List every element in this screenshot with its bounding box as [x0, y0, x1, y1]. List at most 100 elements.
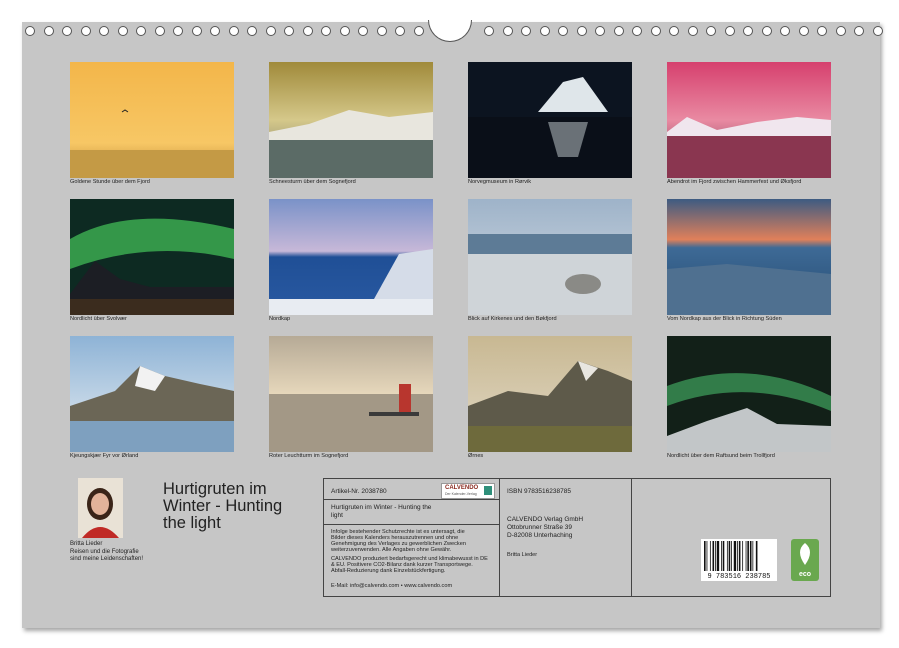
binding-hole — [595, 26, 605, 36]
logo-subtext: Der Kalender-Verlag — [445, 492, 477, 496]
photo-caption: Kjeungskjær Fyr vor Ørland — [70, 453, 240, 459]
photo-caption: Goldene Stunde über dem Fjord — [70, 179, 240, 185]
logo-mark-icon — [484, 486, 492, 495]
eco-badge: eco — [791, 539, 819, 581]
binding-hole — [210, 26, 220, 36]
binding-hole — [44, 26, 54, 36]
author-bio: Reisen und die Fotografie sind meine Lei… — [70, 549, 170, 563]
author-bio-line: sind meine Leidenschaften! — [70, 556, 170, 563]
info-title-line: Hurtigruten im Winter - Hunting the — [331, 504, 431, 511]
isbn: ISBN 9783516238785 — [507, 488, 571, 495]
photo-aurora-svolvaer — [70, 199, 234, 315]
photo-caption: Nordlicht über Svolvær — [70, 316, 240, 322]
title-line: the light — [163, 515, 313, 532]
article-number: Artikel-Nr. 2038780 — [331, 488, 387, 495]
calendar-title: Hurtigruten im Winter - Hunting the ligh… — [163, 481, 313, 532]
binding-hole — [377, 26, 387, 36]
info-column-left: Artikel-Nr. 2038780 CALVENDO Der Kalende… — [324, 479, 500, 596]
calvendo-logo: CALVENDO Der Kalender-Verlag — [441, 483, 495, 499]
binding-hole — [558, 26, 568, 36]
photo-caption: Blick auf Kirkenes und den Bøkfjord — [468, 316, 638, 322]
binding-hole — [688, 26, 698, 36]
photo-ornes — [468, 336, 632, 452]
photo-caption: Abendrot im Fjord zwischen Hammerfest un… — [667, 179, 837, 185]
binding-hole — [321, 26, 331, 36]
info-title-line: light — [331, 512, 343, 519]
photo-red-lighthouse — [269, 336, 433, 452]
binding-hole — [873, 26, 883, 36]
photo-caption: Nordlicht über dem Raftsund beim Trollfj… — [667, 453, 837, 459]
binding-hole — [99, 26, 109, 36]
legal-text: weiterzuverwenden. Alle Angaben ohne Gew… — [331, 547, 451, 553]
binding-hole — [247, 26, 257, 36]
photo-kjeungskjaer — [70, 336, 234, 452]
binding-hole — [192, 26, 202, 36]
publisher-line: CALVENDO Verlag GmbH — [507, 516, 583, 523]
binding-hole — [725, 26, 735, 36]
photo-caption: Schneesturm über dem Sognefjord — [269, 179, 439, 185]
barcode-digits: 9 783516 238785 — [701, 573, 777, 581]
binding-hole — [340, 26, 350, 36]
binding-hole — [118, 26, 128, 36]
binding-hole — [303, 26, 313, 36]
photo-evening-glow — [667, 62, 831, 178]
barcode: 9 783516 238785 — [701, 539, 777, 581]
binding-hole — [395, 26, 405, 36]
info-column-middle: ISBN 9783516238785 CALVENDO Verlag GmbH … — [501, 479, 632, 596]
publisher-author: Britta Lieder — [507, 552, 537, 558]
eco-text: Abfall-Reduzierung dank Einzelstückferti… — [331, 568, 445, 574]
divider — [324, 499, 499, 500]
publisher-info-box: Artikel-Nr. 2038780 CALVENDO Der Kalende… — [323, 478, 831, 597]
logo-text: CALVENDO — [445, 485, 478, 491]
photo-museum — [468, 62, 632, 178]
eco-label: eco — [791, 571, 819, 578]
binding-hole — [81, 26, 91, 36]
leaf-icon — [791, 539, 819, 569]
binding-hole — [632, 26, 642, 36]
binding-hole — [414, 26, 424, 36]
photo-caption: Vom Nordkap aus der Blick in Richtung Sü… — [667, 316, 837, 322]
title-line: Hurtigruten im — [163, 481, 313, 498]
binding-hole — [799, 26, 809, 36]
binding-hole — [62, 26, 72, 36]
binding-hole — [173, 26, 183, 36]
binding-hole — [229, 26, 239, 36]
binding-hole — [358, 26, 368, 36]
binding-hole — [25, 26, 35, 36]
publisher-line: Ottobrunner Straße 39 — [507, 524, 572, 531]
binding-hole — [614, 26, 624, 36]
photo-nordkap — [269, 199, 433, 315]
photo-caption: Ørnes — [468, 453, 638, 459]
publisher-line: D-82008 Unterhaching — [507, 532, 572, 539]
binding-hole — [669, 26, 679, 36]
binding-hole — [836, 26, 846, 36]
author-name: Britta Lieder — [70, 541, 102, 547]
binding-hole — [266, 26, 276, 36]
title-line: Winter - Hunting — [163, 498, 313, 515]
author-bio-line: Reisen und die Fotografie — [70, 549, 170, 556]
photo-caption: Norvegmuseum in Rørvik — [468, 179, 638, 185]
binding-hole — [155, 26, 165, 36]
contact-email: E-Mail: info@calvendo.com • www.calvendo… — [331, 583, 452, 589]
photo-snowstorm — [269, 62, 433, 178]
binding-hole — [762, 26, 772, 36]
binding-hole — [484, 26, 494, 36]
info-column-right: 9 783516 238785 eco — [633, 479, 830, 596]
photo-caption: Nordkap — [269, 316, 439, 322]
binding-hole — [540, 26, 550, 36]
photo-golden-hour — [70, 62, 234, 178]
photo-nordkap-south — [667, 199, 831, 315]
binding-hole — [503, 26, 513, 36]
author-portrait — [78, 478, 123, 538]
divider — [324, 524, 499, 525]
binding-hole — [817, 26, 827, 36]
binding-hole — [743, 26, 753, 36]
binding-hole — [521, 26, 531, 36]
binding-hole — [706, 26, 716, 36]
photo-kirkenes — [468, 199, 632, 315]
binding-hole — [780, 26, 790, 36]
binding-hole — [577, 26, 587, 36]
binding-hole — [284, 26, 294, 36]
binding-hole — [651, 26, 661, 36]
photo-caption: Roter Leuchtturm im Sognefjord — [269, 453, 439, 459]
